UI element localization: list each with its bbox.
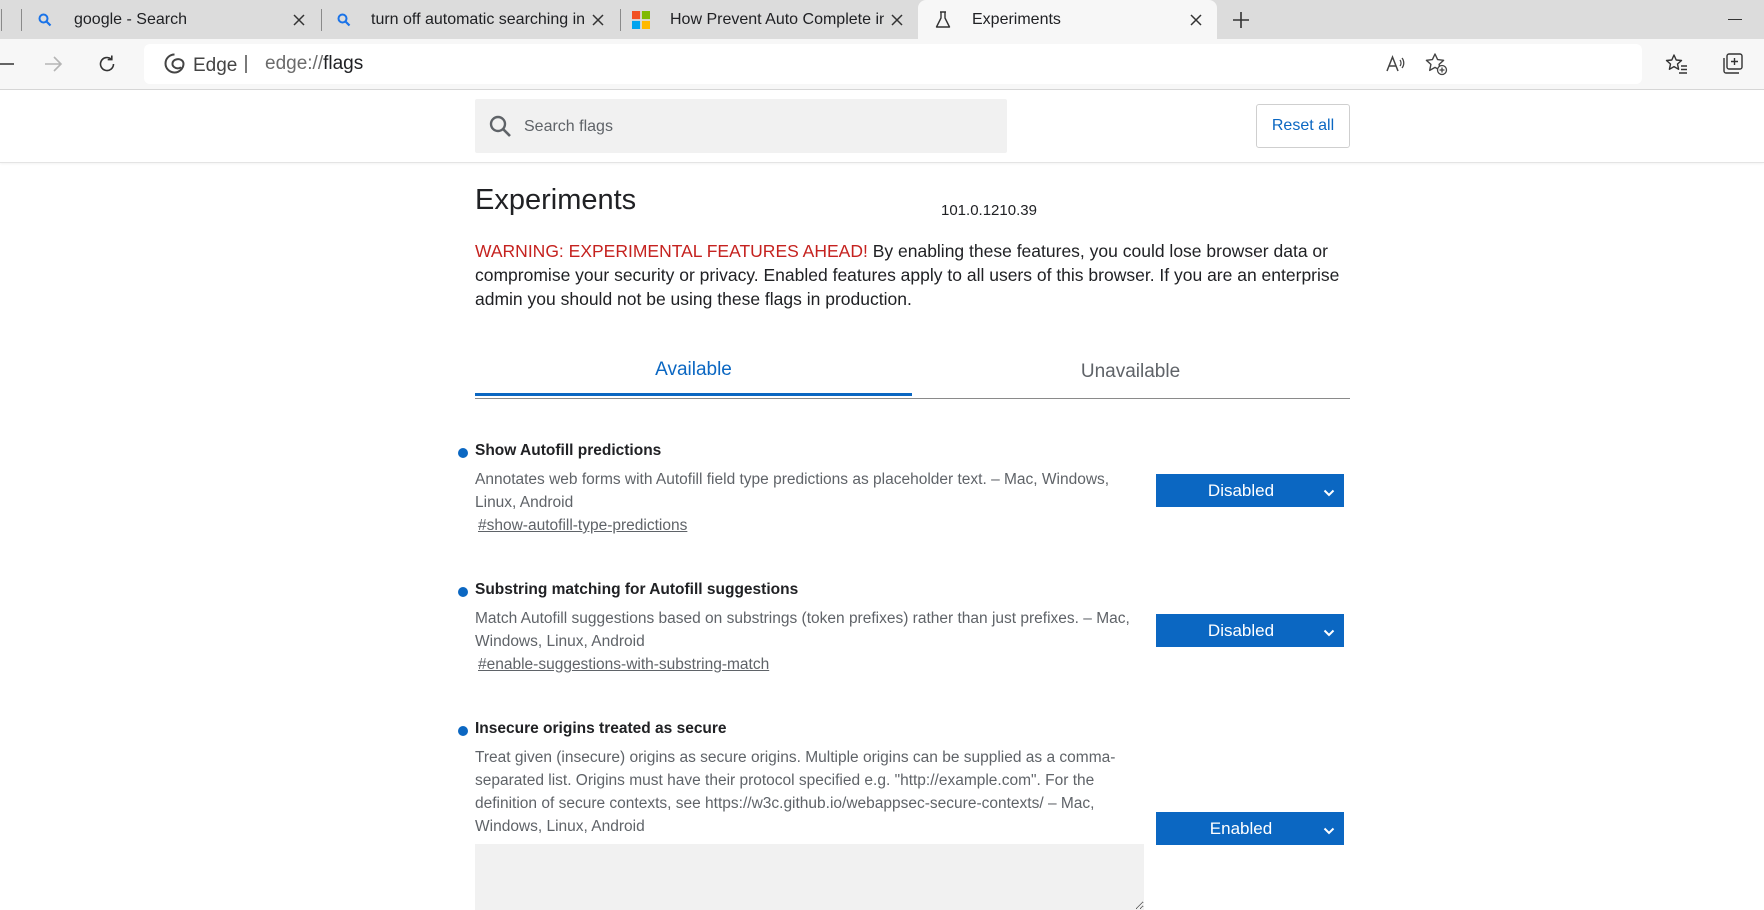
flag-modified-dot: [458, 726, 468, 736]
url-text[interactable]: edge://flags: [265, 53, 363, 75]
browser-toolbar: Edge edge://flags: [0, 39, 1764, 90]
flag-show-autofill-predictions: Show Autofill predictions Annotates web …: [458, 442, 1135, 535]
experimental-warning: WARNING: EXPERIMENTAL FEATURES AHEAD! By…: [475, 239, 1355, 311]
flask-icon: [934, 10, 952, 29]
flag-modified-dot: [458, 587, 468, 597]
search-flags-box[interactable]: [475, 99, 1007, 153]
tab-separator: [620, 9, 621, 31]
tab-separator: [21, 9, 22, 31]
add-favorite-icon[interactable]: [1420, 48, 1452, 80]
back-button[interactable]: [0, 48, 22, 80]
tab-google-search[interactable]: google - Search: [24, 0, 320, 39]
flag-state-select[interactable]: Enabled: [1156, 812, 1344, 845]
tab-turn-off-search[interactable]: turn off automatic searching in e: [323, 0, 619, 39]
flag-name: Show Autofill predictions: [475, 442, 662, 459]
warning-heading: WARNING: EXPERIMENTAL FEATURES AHEAD!: [475, 241, 868, 261]
site-identity-label: Edge: [193, 55, 238, 76]
tab-unavailable[interactable]: Unavailable: [912, 346, 1349, 398]
tab-title: Experiments: [972, 10, 1061, 28]
chevron-down-icon: [1323, 484, 1335, 504]
microsoft-logo-icon: [632, 10, 650, 29]
flag-state-select[interactable]: Disabled: [1156, 614, 1344, 647]
tab-experiments[interactable]: Experiments: [918, 0, 1217, 39]
refresh-button[interactable]: [91, 48, 123, 80]
reset-all-button[interactable]: Reset all: [1256, 104, 1350, 148]
address-bar[interactable]: Edge edge://flags: [144, 44, 1642, 84]
tab-separator: [321, 9, 322, 31]
url-host: flags: [323, 53, 364, 74]
search-icon: [335, 11, 353, 29]
flags-header: Reset all: [0, 90, 1764, 163]
version-number: 101.0.1210.39: [941, 202, 1037, 219]
new-tab-button[interactable]: [1226, 5, 1256, 35]
close-icon[interactable]: [884, 7, 910, 33]
collections-icon[interactable]: [1717, 48, 1749, 80]
tab-prevent-autocomplete[interactable]: How Prevent Auto Complete in N: [622, 0, 918, 39]
insecure-origins-textarea[interactable]: [475, 844, 1144, 910]
read-aloud-icon[interactable]: [1380, 48, 1412, 80]
flag-state-value: Disabled: [1207, 480, 1275, 500]
close-icon[interactable]: [1183, 7, 1209, 33]
edge-logo-icon: [164, 53, 185, 79]
tab-available[interactable]: Available: [475, 344, 912, 396]
flag-state-value: Disabled: [1207, 620, 1275, 640]
chevron-down-icon: [1323, 624, 1335, 644]
flag-name: Substring matching for Autofill suggesti…: [475, 581, 799, 598]
close-icon[interactable]: [286, 7, 312, 33]
flag-permalink[interactable]: #enable-suggestions-with-substring-match: [478, 656, 769, 674]
forward-button[interactable]: [37, 48, 69, 80]
chevron-down-icon: [1323, 822, 1335, 842]
flag-description: Match Autofill suggestions based on subs…: [475, 610, 1130, 650]
tab-title: turn off automatic searching in e: [371, 10, 585, 28]
search-flags-input[interactable]: [522, 112, 986, 142]
flags-tabs: Available Unavailable: [475, 344, 1350, 399]
flag-name: Insecure origins treated as secure: [475, 720, 727, 737]
flag-state-value: Enabled: [1209, 818, 1273, 838]
flag-state-select[interactable]: Disabled: [1156, 474, 1344, 507]
flag-insecure-origins: Insecure origins treated as secure Treat…: [458, 720, 1135, 838]
favorites-icon[interactable]: [1661, 48, 1693, 80]
minimize-button[interactable]: [1728, 19, 1742, 20]
url-scheme: edge://: [265, 53, 324, 74]
flag-description: Treat given (insecure) origins as secure…: [475, 749, 1116, 835]
flag-description: Annotates web forms with Autofill field …: [475, 471, 1110, 511]
flag-permalink[interactable]: #show-autofill-type-predictions: [478, 517, 687, 535]
flag-modified-dot: [458, 448, 468, 458]
address-divider: [245, 55, 247, 73]
page-title: Experiments: [475, 184, 637, 216]
close-icon[interactable]: [585, 7, 611, 33]
tab-title: google - Search: [74, 10, 187, 28]
search-icon: [36, 11, 54, 29]
site-identity[interactable]: Edge: [164, 53, 237, 79]
flag-substring-matching: Substring matching for Autofill suggesti…: [458, 581, 1135, 674]
tab-strip: google - Search turn off automatic searc…: [0, 0, 1764, 39]
tab-separator: [1, 9, 2, 31]
search-icon: [489, 115, 512, 143]
tab-title: How Prevent Auto Complete in N: [670, 10, 884, 28]
